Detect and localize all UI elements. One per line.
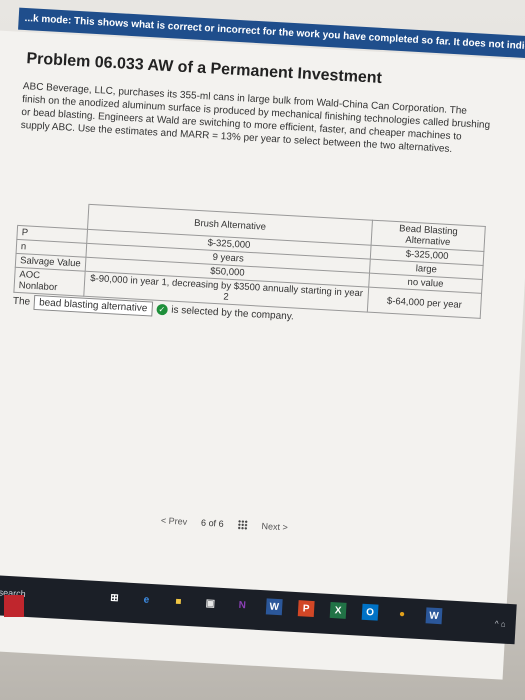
grid-icon[interactable] [237,519,248,531]
prev-button[interactable]: < Prev [161,515,188,526]
app-corner-logo [4,595,24,617]
store-icon[interactable]: ▣ [202,595,219,612]
pagination: < Prev 6 of 6 Next > [161,515,288,532]
monitor-screen: ...k mode: This shows what is correct or… [0,0,525,700]
outlook-icon[interactable]: O [361,603,379,621]
header-blank [17,200,90,230]
row-label: AOC Nonlabor [13,267,86,297]
powerpoint-icon[interactable]: P [297,600,315,618]
edge-icon[interactable]: e [138,591,155,608]
onenote-icon[interactable]: N [234,597,251,614]
bead-cell: $-64,000 per year [367,287,482,319]
answer-prefix: The [12,295,31,308]
winword-icon[interactable]: W [425,607,443,625]
correct-check-icon: ✓ [156,303,168,316]
system-tray[interactable]: ^ ⌂ [495,619,506,629]
current-page: 6 [200,517,207,528]
chrome-icon[interactable]: ● [394,606,411,623]
next-button[interactable]: Next > [261,521,288,532]
total-pages: 6 [218,518,224,529]
page-indicator: 6 of 6 [201,518,224,529]
file-explorer-icon[interactable]: ■ [170,593,187,610]
task-view-icon[interactable]: ⊞ [106,589,123,606]
photo-stage: ...k mode: This shows what is correct or… [0,0,525,700]
problem-description: ABC Beverage, LLC, purchases its 355-ml … [20,80,491,156]
word-icon[interactable]: W [265,598,283,616]
excel-icon[interactable]: X [329,601,347,619]
page-of: of [208,518,217,529]
